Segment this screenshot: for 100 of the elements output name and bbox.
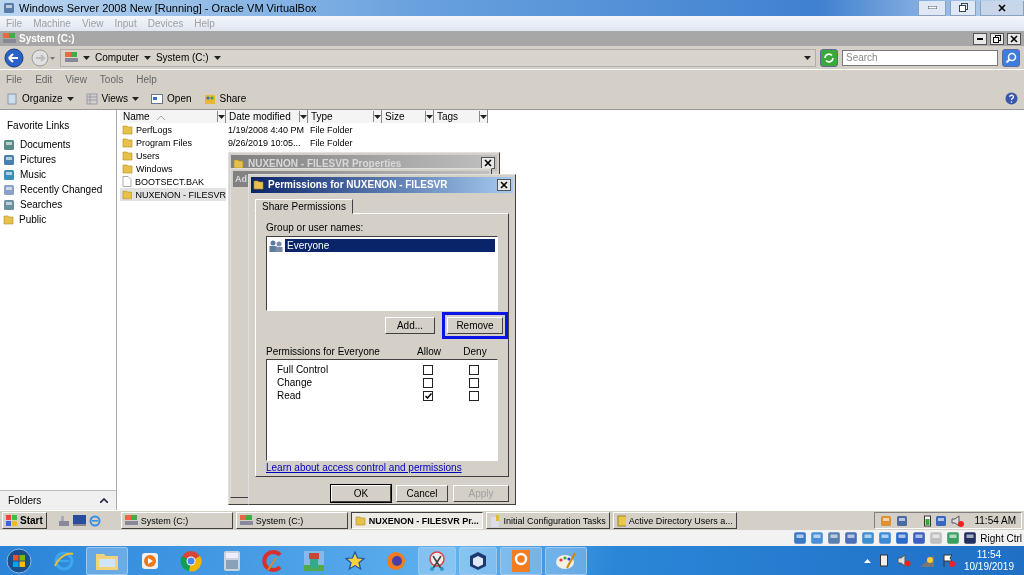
restore-button[interactable] xyxy=(990,32,1004,45)
toolbar-button[interactable]: Share xyxy=(203,92,247,105)
sidebar-item[interactable]: Searches xyxy=(0,197,116,212)
column-header[interactable]: Date modified xyxy=(226,110,308,123)
file-name[interactable]: BOOTSECT.BAK xyxy=(135,176,205,187)
column-header[interactable]: Size xyxy=(382,110,434,123)
taskbar-app[interactable] xyxy=(418,546,456,575)
help-icon[interactable] xyxy=(1005,92,1018,105)
start-button[interactable]: Start xyxy=(2,512,47,529)
menu-item[interactable]: Help xyxy=(136,73,157,85)
folder-icon xyxy=(233,157,244,169)
close-icon xyxy=(484,159,492,167)
permission-name: Full Control xyxy=(277,364,330,376)
caret-icon xyxy=(374,114,381,119)
close-button[interactable] xyxy=(1007,32,1021,45)
window-title: System (C:) xyxy=(19,33,76,44)
sidebar-item[interactable]: Pictures xyxy=(0,152,116,167)
desktop-icon[interactable] xyxy=(72,515,86,526)
caret-icon xyxy=(218,114,225,119)
sidebar-item[interactable]: Music xyxy=(0,167,116,182)
taskbar-button[interactable]: Active Directory Users a... xyxy=(612,512,737,529)
sidebar-item[interactable]: Recently Changed xyxy=(0,182,116,197)
taskbar-button[interactable]: System (C:) xyxy=(120,512,233,529)
restore-icon xyxy=(958,3,968,12)
caret-icon xyxy=(66,96,74,101)
windows-logo-icon xyxy=(6,515,18,526)
breadcrumb[interactable]: Computer xyxy=(95,52,139,63)
taskbar-button[interactable]: Initial Configuration Tasks xyxy=(485,512,610,529)
tab[interactable]: Share Permissions xyxy=(255,198,353,215)
toolbar-button[interactable]: Open xyxy=(151,93,192,104)
dialog-button[interactable]: OK xyxy=(331,485,391,502)
toolbar-button[interactable]: Organize xyxy=(6,92,74,105)
file-name[interactable]: Windows xyxy=(136,163,173,174)
checkbox[interactable] xyxy=(423,377,433,388)
sidebar-item[interactable]: Documents xyxy=(0,137,116,152)
checkbox[interactable] xyxy=(469,377,479,388)
checkbox[interactable] xyxy=(423,364,433,375)
start-button[interactable] xyxy=(4,547,34,574)
column-header[interactable]: Tags xyxy=(434,110,488,123)
window-title: Permissions for NUXENON - FILESVR xyxy=(268,179,449,191)
status-icon xyxy=(793,531,808,545)
address-field[interactable]: Computer System (C:) xyxy=(60,48,816,67)
close-button[interactable] xyxy=(481,157,495,169)
menu-item[interactable]: Tools xyxy=(99,73,124,85)
show-hidden-icon[interactable] xyxy=(863,558,871,563)
file-name[interactable]: Users xyxy=(136,150,160,161)
minimize-button[interactable] xyxy=(973,32,987,45)
user-list[interactable]: Everyone xyxy=(266,236,498,312)
caret-icon xyxy=(213,55,221,60)
file-name[interactable]: Program Files xyxy=(136,137,192,148)
search-field[interactable]: Search xyxy=(842,49,998,66)
folder-icon xyxy=(122,163,133,174)
dialog-button[interactable]: Cancel xyxy=(396,485,448,502)
checkbox[interactable] xyxy=(423,390,433,401)
dialog-button[interactable]: Add... xyxy=(385,317,435,335)
drive-icon xyxy=(3,33,16,44)
permission-name: Change xyxy=(277,377,314,389)
breadcrumb[interactable]: System (C:) xyxy=(155,52,209,63)
date-cell-text: 1/19/2008 4:40 PM xyxy=(227,123,306,136)
taskbar-button[interactable]: NUXENON - FILESVR Pr... xyxy=(350,512,483,529)
folder-icon xyxy=(122,137,133,148)
menu-item[interactable]: View xyxy=(65,73,87,85)
sidebar-item[interactable]: Public xyxy=(0,212,116,227)
type-cell-text: File Folder xyxy=(309,123,354,136)
window-title: NUXENON - FILESVR Properties xyxy=(248,157,403,169)
battery-icon xyxy=(879,554,888,567)
checkbox[interactable] xyxy=(469,390,479,401)
taskbar-button[interactable]: System (C:) xyxy=(235,512,348,529)
search-button[interactable] xyxy=(1002,48,1020,67)
toolbar-button[interactable]: Views xyxy=(85,92,140,105)
status-icon xyxy=(827,531,842,545)
caret-icon xyxy=(132,96,140,101)
column-header[interactable]: Type xyxy=(308,110,382,123)
refresh-button[interactable] xyxy=(820,48,838,67)
checkbox[interactable] xyxy=(469,364,479,375)
file-name[interactable]: PerfLogs xyxy=(136,124,173,135)
refresh-icon xyxy=(823,51,835,64)
status-icon xyxy=(861,531,876,545)
menu-item[interactable]: Edit xyxy=(35,73,53,85)
restore-icon xyxy=(993,34,1001,43)
back-button[interactable] xyxy=(4,47,26,68)
help-link[interactable]: Learn about access control and permissions xyxy=(266,462,462,474)
status-icon xyxy=(912,531,927,545)
minimize-icon xyxy=(927,6,937,9)
close-button[interactable] xyxy=(497,178,511,191)
folders-button[interactable]: Folders xyxy=(0,490,116,510)
column-header[interactable]: Name xyxy=(120,110,226,123)
menu-item[interactable]: File xyxy=(6,73,23,85)
clock[interactable]: 11:54 10/19/2019 xyxy=(963,548,1014,573)
folder-icon xyxy=(3,214,14,225)
browser-icon xyxy=(385,549,407,572)
date-cell-text: 9/26/2019 10:05... xyxy=(227,136,302,149)
status-icon xyxy=(963,531,978,545)
dialog-button[interactable]: Remove xyxy=(447,317,503,335)
taskbar-app[interactable] xyxy=(459,546,497,575)
restore-button[interactable] xyxy=(950,0,976,16)
list-item[interactable]: Everyone xyxy=(285,239,495,253)
scissors-icon xyxy=(426,549,448,572)
flag-icon xyxy=(942,554,955,567)
volume-muted-icon xyxy=(951,514,965,527)
